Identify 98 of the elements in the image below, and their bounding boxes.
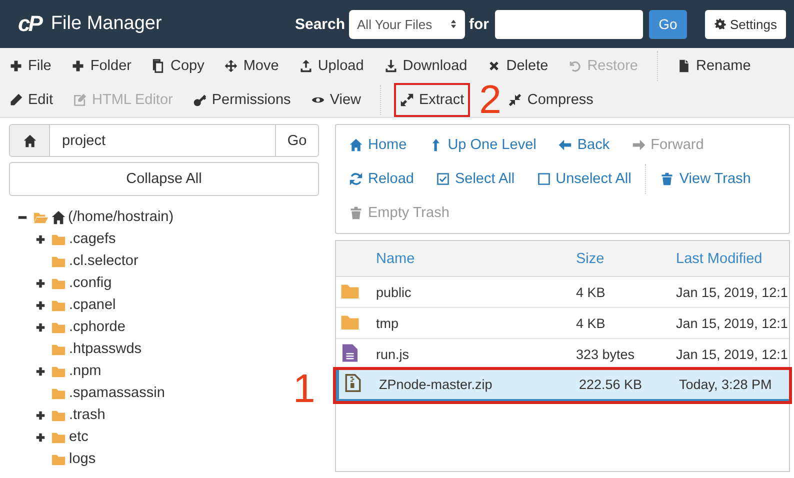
- folder-item[interactable]: .npm: [69, 363, 102, 379]
- modified-date: Jan 15, 2019, 12:1: [676, 316, 789, 330]
- toolbar-button[interactable]: Upload: [294, 50, 369, 82]
- plus-icon[interactable]: [35, 300, 46, 310]
- file-size: 4 KB: [576, 316, 606, 330]
- folder-item[interactable]: etc: [69, 429, 88, 445]
- nav-button[interactable]: View Trash: [660, 171, 751, 187]
- column-header[interactable]: Name: [376, 250, 576, 266]
- key-icon: [192, 93, 207, 107]
- text-file-icon: [340, 342, 360, 362]
- search-label: Search: [294, 16, 346, 32]
- path-field[interactable]: project: [50, 124, 275, 157]
- toolbar-button[interactable]: Permissions: [188, 84, 296, 116]
- upload-icon: [298, 59, 313, 73]
- plus-icon[interactable]: [35, 432, 46, 442]
- toolbar-button[interactable]: Copy: [146, 50, 210, 82]
- toolbar-button[interactable]: Move: [219, 50, 284, 82]
- up-down-caret-icon: [450, 18, 458, 30]
- column-header[interactable]: Last Modified: [676, 250, 789, 266]
- nav-button[interactable]: Up One Level: [428, 137, 536, 153]
- folder-item[interactable]: .cphorde: [69, 319, 126, 335]
- plus-icon[interactable]: [35, 322, 46, 332]
- logo: cP: [18, 11, 41, 37]
- nav-button[interactable]: Select All: [436, 171, 515, 187]
- nav-button[interactable]: Reload: [349, 171, 414, 187]
- trash-icon: [660, 172, 674, 186]
- collapse-all-button[interactable]: Collapse All: [9, 162, 319, 196]
- folder-item[interactable]: .config: [69, 275, 112, 291]
- plus-icon: [9, 59, 23, 73]
- toolbar-button[interactable]: Edit: [4, 84, 58, 116]
- file-size: 323 bytes: [576, 346, 636, 362]
- square-icon: [536, 172, 551, 186]
- callout-number: 1: [293, 369, 316, 409]
- nav-button[interactable]: Unselect All: [536, 171, 632, 187]
- search-field[interactable]: [495, 10, 644, 38]
- checkbox-icon: [436, 172, 450, 186]
- modified-date: Today, 3:28 PM: [679, 377, 773, 392]
- zip-file-icon: [343, 373, 363, 393]
- plus-icon: [71, 59, 86, 73]
- file-name: public: [376, 284, 412, 300]
- toolbar-button[interactable]: Download: [378, 50, 472, 82]
- download-icon: [384, 59, 398, 73]
- modified-date: Jan 15, 2019, 12:1: [676, 284, 789, 300]
- for-label: for: [469, 16, 490, 32]
- nav-button[interactable]: Home: [349, 137, 407, 153]
- folder-item[interactable]: (/home/hostrain): [68, 209, 174, 225]
- settings-icon: [714, 18, 726, 30]
- file-row[interactable]: tmp 4 KB Jan 15, 2019, 12:1: [336, 308, 789, 339]
- file-name: ZPnode-master.zip: [379, 377, 494, 392]
- undo-icon: [568, 59, 582, 73]
- edit-icon: [73, 93, 87, 107]
- toolbar-button[interactable]: View: [306, 84, 366, 116]
- folder-item[interactable]: .htpasswds: [69, 341, 142, 357]
- go-button[interactable]: Go: [649, 10, 688, 38]
- home-icon: [22, 134, 36, 148]
- toolbar-button[interactable]: Extract: [394, 84, 470, 116]
- file-name: tmp: [376, 316, 400, 330]
- settings-button[interactable]: Settings: [705, 10, 786, 38]
- plus-icon[interactable]: [35, 278, 46, 288]
- folder-item[interactable]: logs: [69, 451, 96, 467]
- toolbar-button[interactable]: Folder: [66, 50, 136, 82]
- document-icon: [676, 59, 691, 73]
- folder-item[interactable]: .cl.selector: [69, 253, 138, 269]
- toolbar-button[interactable]: File: [4, 50, 56, 82]
- plus-icon[interactable]: [35, 410, 46, 420]
- file-row[interactable]: public 4 KB Jan 15, 2019, 12:1: [336, 277, 789, 308]
- folder-item[interactable]: .spamassassin: [69, 385, 165, 401]
- plus-icon[interactable]: [35, 234, 46, 244]
- home-icon: [51, 210, 66, 224]
- home-icon: [349, 138, 363, 152]
- left-arrow-icon: [558, 138, 572, 152]
- plus-icon[interactable]: [35, 366, 46, 376]
- column-header[interactable]: Size: [576, 250, 676, 266]
- move-icon: [224, 59, 238, 73]
- compress-icon: [508, 93, 522, 107]
- pencil-icon: [9, 93, 23, 107]
- home-button[interactable]: [9, 124, 50, 157]
- file-name: run.js: [376, 346, 410, 362]
- go-button[interactable]: Go: [275, 124, 319, 157]
- right-arrow-icon: [632, 138, 646, 152]
- nav-button[interactable]: Back: [558, 137, 610, 153]
- folder-item[interactable]: .cagefs: [69, 231, 116, 247]
- app-title: File Manager: [50, 13, 162, 35]
- toolbar-button[interactable]: Rename: [672, 50, 756, 82]
- file-size: 222.56 KB: [579, 377, 644, 392]
- copy-icon: [151, 59, 166, 73]
- toolbar-button[interactable]: Delete: [482, 50, 554, 82]
- expand-icon: [400, 93, 414, 107]
- file-size: 4 KB: [576, 284, 606, 300]
- trash-icon: [349, 206, 363, 220]
- scope-dropdown[interactable]: All Your Files: [349, 10, 466, 38]
- reload-icon: [349, 172, 363, 186]
- folder-item[interactable]: .cpanel: [69, 297, 116, 313]
- folder-item[interactable]: .trash: [69, 407, 106, 423]
- cross-icon: [487, 59, 502, 73]
- modified-date: Jan 15, 2019, 12:1: [676, 346, 789, 362]
- callout-number: 2: [479, 80, 502, 120]
- toolbar-button[interactable]: Compress: [503, 84, 598, 116]
